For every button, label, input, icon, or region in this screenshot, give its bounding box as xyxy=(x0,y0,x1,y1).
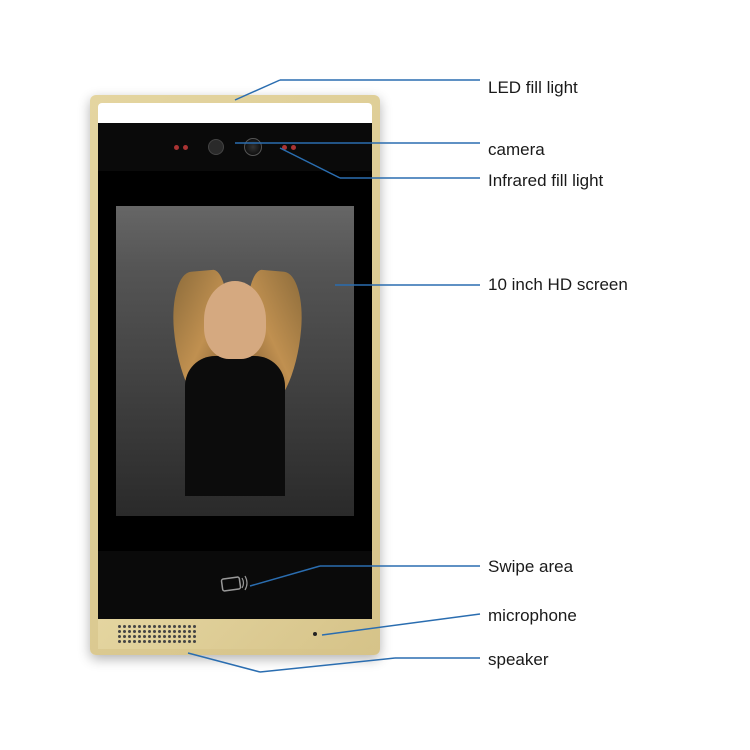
device xyxy=(90,95,380,655)
label-screen: 10 inch HD screen xyxy=(488,275,628,295)
label-speaker: speaker xyxy=(488,650,548,670)
speaker-grille xyxy=(118,625,196,643)
portrait-photo xyxy=(170,261,300,461)
swipe-area xyxy=(98,551,372,619)
card-swipe-icon xyxy=(220,572,250,599)
label-led: LED fill light xyxy=(488,78,578,98)
label-mic: microphone xyxy=(488,606,577,626)
label-infrared: Infrared fill light xyxy=(488,171,603,191)
ir-right xyxy=(282,145,296,150)
microphone-hole xyxy=(313,632,317,636)
label-swipe: Swipe area xyxy=(488,557,573,577)
screen-content xyxy=(116,206,354,516)
hd-screen xyxy=(98,171,372,551)
camera-lens-1 xyxy=(208,139,224,155)
bottom-panel xyxy=(98,619,372,649)
ir-left xyxy=(174,145,188,150)
camera-lens-2 xyxy=(244,138,262,156)
led-fill-light xyxy=(98,103,372,123)
label-camera: camera xyxy=(488,140,545,160)
diagram-container: LED fill light camera Infrared fill ligh… xyxy=(0,0,750,750)
camera-bar xyxy=(98,123,372,171)
